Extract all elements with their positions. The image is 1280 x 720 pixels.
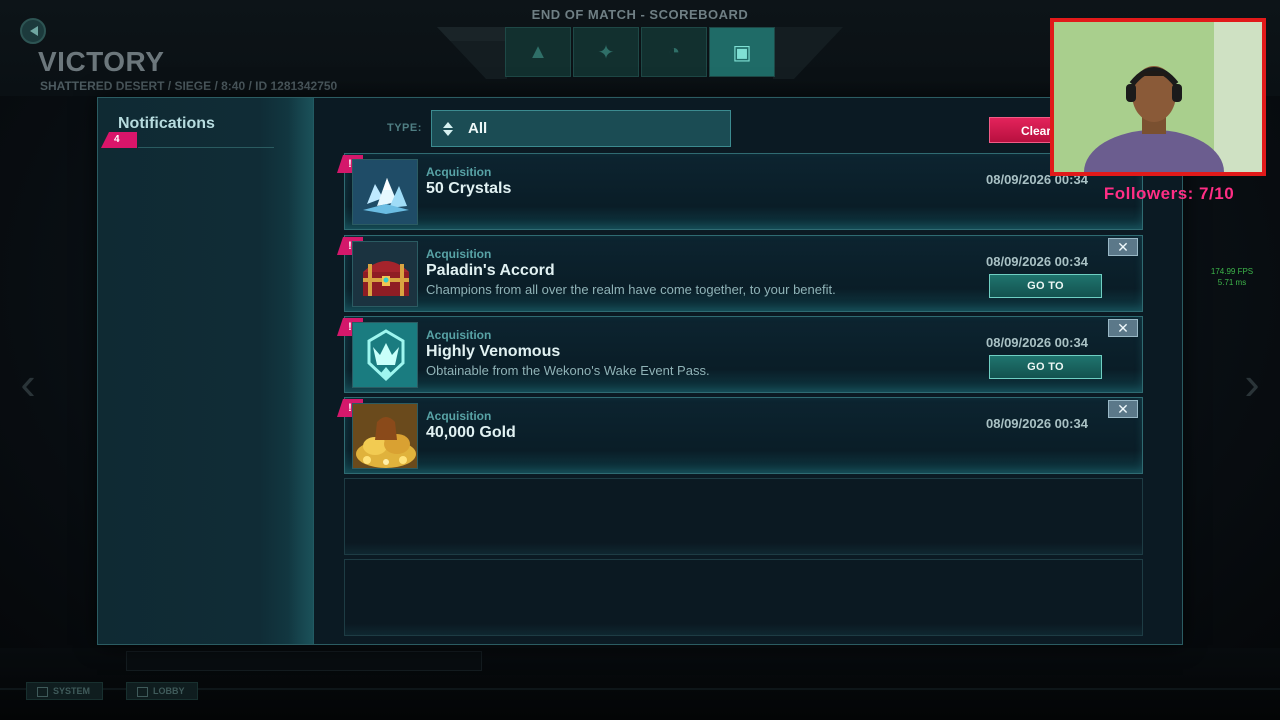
empty-notification-slot xyxy=(344,478,1143,555)
type-filter-label: TYPE: xyxy=(387,122,422,134)
notification-title: Highly Venomous xyxy=(426,343,561,360)
notification-card: ! Acquisition Paladin's Accord Champions… xyxy=(337,235,1143,312)
notifications-sidebar: Notifications 4 xyxy=(98,98,314,644)
close-icon[interactable]: ✕ xyxy=(1108,319,1138,337)
tab-badge-icon[interactable]: ✦ xyxy=(573,27,639,77)
lobby-button[interactable]: LOBBY xyxy=(126,682,198,700)
chat-input[interactable] xyxy=(126,651,482,671)
notification-card: ! Acquisition 40,000 Gold 08/09/2026 00:… xyxy=(337,397,1143,474)
notification-category: Acquisition xyxy=(426,328,492,342)
goto-button[interactable]: GO TO xyxy=(989,355,1102,379)
notification-category: Acquisition xyxy=(426,247,492,261)
type-filter-value: All xyxy=(468,120,488,137)
treasure-chest-icon xyxy=(352,241,418,307)
tab-scoreboard-icon[interactable]: ▣ xyxy=(709,27,775,77)
notification-date: 08/09/2026 00:34 xyxy=(986,254,1088,269)
frame-time: 5.71 ms xyxy=(1217,278,1247,287)
system-button[interactable]: SYSTEM xyxy=(26,682,104,700)
empty-notification-slot xyxy=(344,559,1143,636)
goto-button[interactable]: GO TO xyxy=(989,274,1102,298)
notification-title: Paladin's Accord xyxy=(426,262,555,279)
next-arrow-icon[interactable]: › xyxy=(1232,358,1272,408)
followers-counter: Followers: 7/10 xyxy=(1103,184,1235,203)
notification-title: 40,000 Gold xyxy=(426,424,516,441)
notification-date: 08/09/2026 00:34 xyxy=(986,335,1088,350)
notification-title: 50 Crystals xyxy=(426,180,512,197)
notification-card: ! Acquisition 50 Crystals 08/09/2026 00:… xyxy=(337,153,1143,230)
game-screen: END OF MATCH - SCOREBOARD VICTORY SHATTE… xyxy=(0,0,1280,720)
match-info: SHATTERED DESERT / SIEGE / 8:40 / ID 128… xyxy=(40,79,338,93)
notifications-title: Notifications xyxy=(118,115,215,132)
notifications-count-badge: 4 xyxy=(101,132,137,148)
scoreboard-tabs: ▲ ✦ ◔ ▣ xyxy=(505,27,775,77)
tab-timeline-icon[interactable]: ◔ xyxy=(641,27,707,77)
back-arrow-icon[interactable] xyxy=(20,18,46,44)
notifications-list-area: TYPE: All Clear ! Acquisition 50 Crystal… xyxy=(314,98,1182,644)
crystals-icon xyxy=(352,159,418,225)
notification-description: Obtainable from the Wekono's Wake Event … xyxy=(426,363,710,378)
notification-category: Acquisition xyxy=(426,165,492,179)
sidebar-glow xyxy=(288,98,314,644)
webcam-feed xyxy=(1050,18,1266,176)
prev-arrow-icon[interactable]: ‹ xyxy=(8,358,48,408)
sidebar-divider xyxy=(138,147,274,148)
notification-card: ! Acquisition Highly Venomous Obtainable… xyxy=(337,316,1143,393)
gold-pile-icon xyxy=(352,403,418,469)
notification-date: 08/09/2026 00:34 xyxy=(986,416,1088,431)
fps-counter: 174.99 FPS 5.71 ms xyxy=(1207,266,1257,288)
close-icon[interactable]: ✕ xyxy=(1108,400,1138,418)
match-result: VICTORY xyxy=(38,46,165,77)
tab-summary-icon[interactable]: ▲ xyxy=(505,27,571,77)
sort-arrows-icon xyxy=(442,121,454,137)
notification-category: Acquisition xyxy=(426,409,492,423)
type-filter-dropdown[interactable]: All xyxy=(431,110,731,147)
crown-emblem-icon xyxy=(352,322,418,388)
notifications-panel: Notifications 4 TYPE: All Clear ! Acquis… xyxy=(97,97,1183,645)
close-icon[interactable]: ✕ xyxy=(1108,238,1138,256)
notification-description: Champions from all over the realm have c… xyxy=(426,282,836,297)
fps-value: 174.99 FPS xyxy=(1210,267,1254,276)
